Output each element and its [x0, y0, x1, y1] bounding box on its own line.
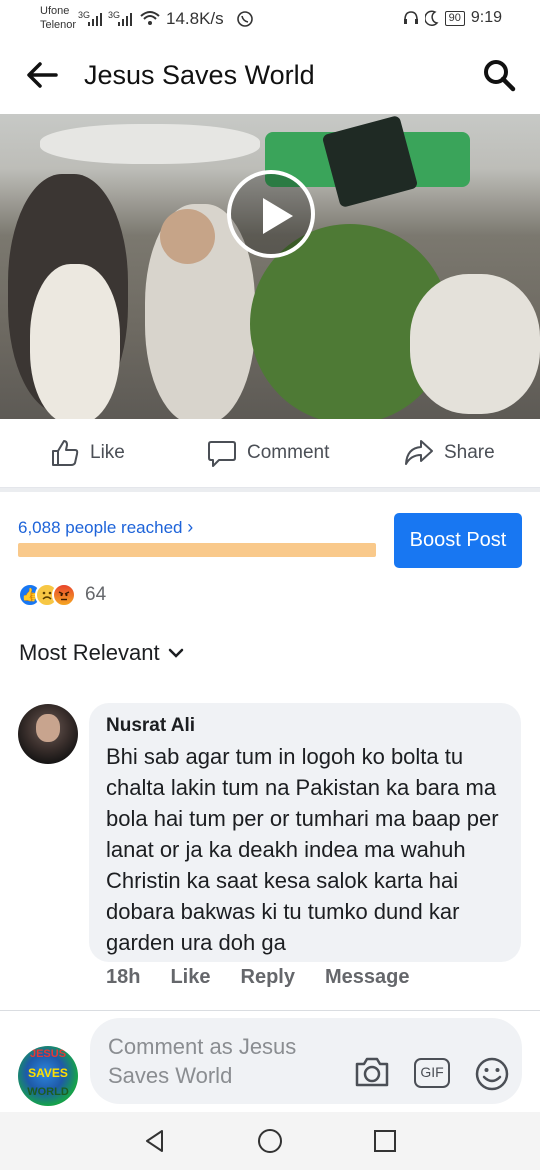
like-label: Like: [90, 442, 125, 463]
comment-label: Comment: [247, 442, 330, 463]
comments-sort-dropdown[interactable]: Most Relevant: [19, 640, 184, 666]
comment-composer[interactable]: Comment as Jesus Saves World GIF: [90, 1018, 522, 1104]
comment-message-link[interactable]: Message: [325, 966, 410, 989]
angry-reaction-icon: [52, 583, 76, 607]
arrow-left-icon[interactable]: [26, 60, 58, 90]
comment-input-placeholder[interactable]: Comment as Jesus Saves World: [108, 1032, 338, 1090]
comment-text: Bhi sab agar tum in logoh ko bolta tu ch…: [106, 744, 499, 955]
crowd-figure: [30, 264, 120, 419]
battery-level: 90: [444, 10, 465, 26]
page-avatar: JESUS SAVES WORLD: [18, 1046, 78, 1106]
comment-reply-link[interactable]: Reply: [241, 966, 295, 989]
comment-bubble[interactable]: Nusrat Ali Bhi sab agar tum in logoh ko …: [89, 703, 521, 962]
share-label: Share: [444, 442, 495, 463]
thumbs-up-icon: [52, 440, 79, 466]
carrier-2: Telenor: [40, 19, 77, 31]
signal-icon: [118, 13, 132, 26]
comment-button[interactable]: Comment: [207, 438, 329, 468]
page-logo-text: WORLD: [27, 1086, 69, 1098]
comment-icon: [208, 441, 236, 467]
reach-progress-bar: [18, 543, 376, 557]
reaction-count: 64: [85, 584, 107, 605]
reactions-summary[interactable]: 👍 64: [18, 583, 106, 607]
chevron-down-icon: [168, 648, 183, 658]
signal-icon: [88, 13, 102, 26]
camera-icon[interactable]: [354, 1056, 390, 1088]
face: [160, 209, 215, 264]
flag: [321, 114, 419, 209]
crowd-figure: [410, 274, 540, 414]
divider: [0, 1010, 540, 1011]
search-icon[interactable]: [482, 58, 516, 92]
headset-icon: [403, 11, 418, 24]
system-navigation-bar: [0, 1112, 540, 1170]
people-reached-label: 6,088 people reached: [18, 518, 183, 537]
share-icon: [405, 440, 433, 465]
section-divider: [0, 488, 540, 492]
play-icon[interactable]: [227, 170, 315, 258]
moon-icon: [424, 10, 439, 26]
people-reached-link[interactable]: 6,088 people reached ›: [18, 517, 193, 538]
chevron-right-icon: ›: [187, 517, 194, 537]
top-app-bar: Jesus Saves World: [0, 36, 540, 114]
boost-post-button[interactable]: Boost Post: [394, 513, 522, 568]
network-speed: 14.8K/s: [166, 9, 224, 28]
like-button[interactable]: Like: [50, 438, 125, 468]
comment-meta: 18h Like Reply Message: [106, 966, 409, 989]
carrier-names: Ufone Telenor: [40, 4, 76, 32]
status-right: 90 9:19: [403, 9, 502, 27]
share-button[interactable]: Share: [404, 438, 495, 468]
comment-author[interactable]: Nusrat Ali: [106, 715, 504, 737]
post-actions: Like Comment Share: [0, 420, 540, 488]
home-nav-icon[interactable]: [257, 1128, 283, 1154]
page-logo-text: SAVES: [28, 1066, 68, 1080]
comment-time: 18h: [106, 966, 141, 988]
clock: 9:19: [470, 9, 502, 26]
whatsapp-icon: [237, 11, 253, 27]
emoji-icon[interactable]: [474, 1056, 510, 1092]
tent-roof: [40, 124, 260, 164]
page-title: Jesus Saves World: [84, 60, 315, 90]
page-logo-text: JESUS: [29, 1048, 67, 1060]
wifi-icon: [140, 11, 160, 25]
gif-button[interactable]: GIF: [414, 1058, 450, 1088]
comment-like-link[interactable]: Like: [170, 966, 210, 989]
avatar[interactable]: [18, 704, 78, 764]
recents-nav-icon[interactable]: [372, 1128, 398, 1154]
carrier-1: Ufone: [40, 5, 70, 17]
status-bar: Ufone Telenor 3G 3G 14.8K/s 90 9:19: [0, 0, 540, 36]
back-nav-icon[interactable]: [142, 1128, 168, 1154]
sort-label: Most Relevant: [19, 640, 160, 665]
video-player[interactable]: [0, 114, 540, 419]
